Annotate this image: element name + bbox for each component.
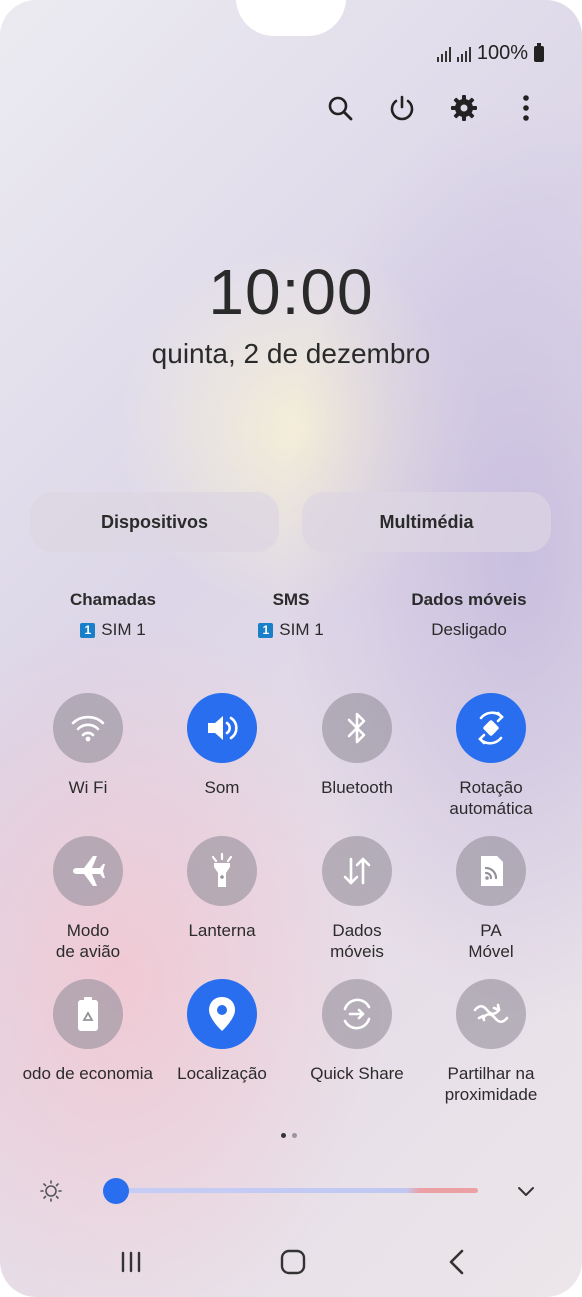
tile-label: Lanterna xyxy=(188,921,256,940)
back-icon[interactable] xyxy=(437,1246,477,1278)
tile-sound[interactable]: Som xyxy=(157,693,287,798)
brightness-slider-thumb[interactable] xyxy=(103,1178,129,1204)
chevron-down-icon[interactable] xyxy=(515,1180,537,1202)
home-icon[interactable] xyxy=(273,1246,313,1278)
sim-info-value: Desligado xyxy=(431,620,507,639)
tile-bluetooth[interactable]: Bluetooth xyxy=(292,693,422,798)
tile-airplane-mode[interactable]: Modo de avião xyxy=(23,836,153,962)
camera-notch xyxy=(236,0,346,36)
tile-label: Localização xyxy=(177,1064,267,1083)
status-bar: 100% xyxy=(436,42,544,65)
nearby-share-icon[interactable] xyxy=(456,979,526,1049)
tile-label: Quick Share xyxy=(310,1064,404,1083)
recent-apps-icon[interactable] xyxy=(111,1246,151,1278)
more-vertical-icon[interactable] xyxy=(510,90,542,126)
search-icon[interactable] xyxy=(324,90,356,126)
airplane-icon[interactable] xyxy=(53,836,123,906)
tile-label: Bluetooth xyxy=(321,778,393,797)
volume-icon[interactable] xyxy=(187,693,257,763)
tile-wifi[interactable]: Wi Fi xyxy=(23,693,153,798)
tile-label: Rotação automática xyxy=(449,778,533,818)
tile-label: Modo de economia xyxy=(23,1064,153,1083)
auto-rotate-icon[interactable] xyxy=(456,693,526,763)
devices-button[interactable]: Dispositivos xyxy=(30,492,279,552)
tile-label: Som xyxy=(204,778,240,797)
quick-panel-toolbar xyxy=(324,90,542,126)
location-icon[interactable] xyxy=(187,979,257,1049)
bluetooth-icon[interactable] xyxy=(322,693,392,763)
clock-time: 10:00 xyxy=(208,256,374,328)
tile-label: PA Móvel xyxy=(468,921,514,961)
tile-nearby-share[interactable]: Partilhar na proximidade xyxy=(426,979,556,1105)
tile-location[interactable]: Localização xyxy=(157,979,287,1084)
quick-share-icon[interactable] xyxy=(322,979,392,1049)
sim-info-title: Dados móveis xyxy=(411,590,527,609)
wifi-icon[interactable] xyxy=(53,693,123,763)
sim-info-value: SIM 1 xyxy=(279,620,324,639)
page-dot xyxy=(292,1133,297,1138)
sim-badge-icon: 1 xyxy=(258,622,274,638)
sim-badge-icon: 1 xyxy=(80,622,96,638)
sim-info-title: Chamadas xyxy=(70,590,156,609)
sim-info-calls[interactable]: Chamadas 1 SIM 1 xyxy=(23,590,203,640)
mobile-data-icon[interactable] xyxy=(322,836,392,906)
page-dot-active xyxy=(281,1133,286,1138)
gear-icon[interactable] xyxy=(448,90,480,126)
tile-auto-rotate[interactable]: Rotação automática xyxy=(426,693,556,819)
quick-panel: 100% 10:00 quinta, 2 de dezembro Disposi… xyxy=(0,0,582,1297)
brightness-icon xyxy=(40,1180,62,1202)
power-icon[interactable] xyxy=(386,90,418,126)
clock-date: quinta, 2 de dezembro xyxy=(151,338,431,369)
navigation-bar xyxy=(0,1232,582,1292)
hotspot-icon[interactable] xyxy=(456,836,526,906)
tile-flashlight[interactable]: Lanterna xyxy=(157,836,287,941)
signal-icon-2 xyxy=(456,46,471,62)
battery-percent: 100% xyxy=(476,42,528,64)
sim-info-title: SMS xyxy=(272,590,310,609)
tile-quick-share[interactable]: Quick Share xyxy=(292,979,422,1084)
signal-icon xyxy=(436,46,451,62)
sim-info-sms[interactable]: SMS 1 SIM 1 xyxy=(201,590,381,640)
brightness-slider[interactable] xyxy=(116,1188,478,1193)
sim-info-mobile-data[interactable]: Dados móveis Desligado xyxy=(379,590,559,640)
tile-mobile-data[interactable]: Dados móveis xyxy=(292,836,422,962)
media-button[interactable]: Multimédia xyxy=(302,492,551,552)
tile-power-saving[interactable]: Modo de economia xyxy=(23,979,153,1084)
flashlight-icon[interactable] xyxy=(187,836,257,906)
tile-mobile-hotspot[interactable]: PA Móvel xyxy=(426,836,556,962)
tile-label: Dados móveis xyxy=(330,921,384,961)
page-indicator xyxy=(281,1133,297,1138)
sim-info-value: SIM 1 xyxy=(101,620,146,639)
power-saving-icon[interactable] xyxy=(53,979,123,1049)
tile-label: Modo de avião xyxy=(55,921,121,961)
tile-label: Partilhar na proximidade xyxy=(444,1064,538,1104)
battery-icon xyxy=(534,42,544,62)
tile-label: Wi Fi xyxy=(68,778,108,797)
